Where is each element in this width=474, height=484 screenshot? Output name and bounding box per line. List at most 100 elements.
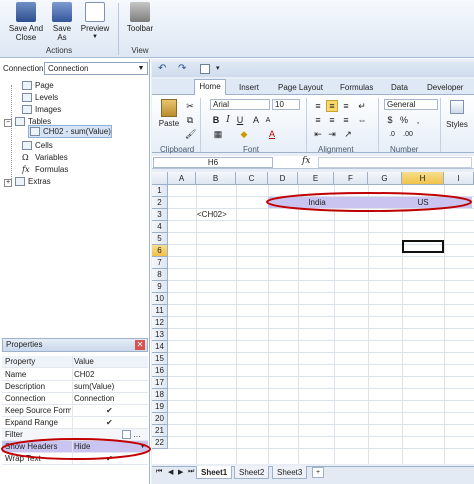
property-row-connection[interactable]: Connection Connection <box>2 393 148 405</box>
column-header-c[interactable]: C <box>236 172 268 185</box>
save-as-button[interactable]: Save As <box>50 2 74 42</box>
row-header-19[interactable]: 19 <box>152 401 168 413</box>
tree-item-page[interactable]: Page <box>22 80 54 92</box>
qat-chevron-icon[interactable]: ▾ <box>216 64 220 72</box>
column-header-e[interactable]: E <box>298 172 334 185</box>
row-header-8[interactable]: 8 <box>152 269 168 281</box>
property-row-expand-range[interactable]: Expand Range ✔ <box>2 417 148 429</box>
next-sheet-icon[interactable]: ▶ <box>178 468 183 476</box>
wrap-text-icon[interactable]: ↵ <box>356 100 368 112</box>
column-header-i[interactable]: I <box>444 172 474 185</box>
row-header-2[interactable]: 2 <box>152 197 168 209</box>
tree-item-cells[interactable]: Cells <box>22 140 53 152</box>
row-header-10[interactable]: 10 <box>152 293 168 305</box>
align-right-icon[interactable]: ≡ <box>340 114 352 126</box>
property-row-keep-source-formatting[interactable]: Keep Source Formatting ✔ <box>2 405 148 417</box>
align-top-icon[interactable]: ≡ <box>312 100 324 112</box>
column-header-d[interactable]: D <box>268 172 298 185</box>
toolbar-button[interactable]: Toolbar <box>124 2 156 33</box>
comma-style-icon[interactable]: , <box>412 114 424 126</box>
tree-item-images[interactable]: Images <box>22 104 61 116</box>
cell-b3[interactable]: <CH02> <box>197 209 227 221</box>
print-preview-icon[interactable] <box>200 64 210 74</box>
decrease-decimal-icon[interactable]: .00 <box>402 128 414 140</box>
merge-icon[interactable]: ⇔ <box>356 114 368 126</box>
decrease-indent-icon[interactable]: ⇤ <box>312 128 324 140</box>
collapse-icon[interactable]: − <box>4 119 12 127</box>
column-header-g[interactable]: G <box>368 172 402 185</box>
expand-range-checkbox[interactable]: ✔ <box>106 419 114 427</box>
keep-source-formatting-checkbox[interactable]: ✔ <box>106 407 114 415</box>
align-center-icon[interactable]: ≡ <box>326 114 338 126</box>
row-header-1[interactable]: 1 <box>152 185 168 197</box>
save-and-close-button[interactable]: Save And Close <box>8 2 44 42</box>
italic-button[interactable]: I <box>222 114 234 126</box>
prev-sheet-icon[interactable]: ◀ <box>168 468 173 476</box>
row-header-22[interactable]: 22 <box>152 437 168 449</box>
fx-icon[interactable]: fx <box>302 156 310 166</box>
font-size-select[interactable]: 10 <box>272 99 300 110</box>
property-row-name[interactable]: Name CH02 <box>2 369 148 381</box>
insert-sheet-icon[interactable]: + <box>312 467 324 478</box>
tab-developer[interactable]: Developer <box>427 82 463 94</box>
align-bottom-icon[interactable]: ≡ <box>340 100 352 112</box>
styles-button[interactable]: Styles <box>444 100 470 136</box>
row-header-15[interactable]: 15 <box>152 353 168 365</box>
sheet-tab-sheet3[interactable]: Sheet3 <box>272 466 308 479</box>
align-middle-icon[interactable]: ≡ <box>326 100 338 112</box>
last-sheet-icon[interactable]: ⏭ <box>188 468 194 476</box>
percent-icon[interactable]: % <box>398 114 410 126</box>
column-header-b[interactable]: B <box>196 172 236 185</box>
row-header-9[interactable]: 9 <box>152 281 168 293</box>
column-header-a[interactable]: A <box>168 172 196 185</box>
cut-icon[interactable]: ✂ <box>184 100 196 112</box>
undo-icon[interactable]: ↶ <box>158 63 166 74</box>
row-header-4[interactable]: 4 <box>152 221 168 233</box>
copy-icon[interactable]: ⧉ <box>184 114 196 126</box>
row-header-17[interactable]: 17 <box>152 377 168 389</box>
currency-icon[interactable]: $ <box>384 114 396 126</box>
row-header-11[interactable]: 11 <box>152 305 168 317</box>
tab-page-layout[interactable]: Page Layout <box>278 82 323 94</box>
row-header-13[interactable]: 13 <box>152 329 168 341</box>
sheet-tab-sheet1[interactable]: Sheet1 <box>196 466 233 479</box>
connection-select[interactable]: Connection ▼ <box>44 62 148 75</box>
font-name-select[interactable]: Arial <box>210 99 270 110</box>
row-header-18[interactable]: 18 <box>152 389 168 401</box>
tree-item-formulas[interactable]: fx Formulas <box>22 164 68 176</box>
increase-indent-icon[interactable]: ⇥ <box>326 128 338 140</box>
redo-icon[interactable]: ↷ <box>178 63 186 74</box>
row-header-3[interactable]: 3 <box>152 209 168 221</box>
select-all-corner[interactable] <box>152 172 168 185</box>
sheet-tab-sheet2[interactable]: Sheet2 <box>234 466 270 479</box>
bold-button[interactable]: B <box>210 114 222 126</box>
row-header-6[interactable]: 6 <box>152 245 168 257</box>
column-header-f[interactable]: F <box>334 172 368 185</box>
active-cell-h6[interactable] <box>402 240 444 253</box>
tree-item-variables[interactable]: Ω Variables <box>22 152 68 164</box>
number-format-select[interactable]: General <box>384 99 438 110</box>
row-header-5[interactable]: 5 <box>152 233 168 245</box>
orientation-icon[interactable]: ↗ <box>342 128 354 140</box>
tree-item-extras[interactable]: + Extras <box>4 176 51 188</box>
tab-data[interactable]: Data <box>391 82 408 94</box>
tree-item-ch02[interactable]: CH02 - sum(Value) <box>30 126 111 138</box>
close-icon[interactable]: ✕ <box>135 340 145 350</box>
first-sheet-icon[interactable]: ⏮ <box>156 468 162 476</box>
tab-formulas[interactable]: Formulas <box>340 82 373 94</box>
format-painter-icon[interactable]: 🖌 <box>184 128 196 140</box>
tree-item-levels[interactable]: Levels <box>22 92 58 104</box>
tab-home[interactable]: Home <box>194 79 226 96</box>
row-header-21[interactable]: 21 <box>152 425 168 437</box>
row-header-16[interactable]: 16 <box>152 365 168 377</box>
row-header-20[interactable]: 20 <box>152 413 168 425</box>
preview-button[interactable]: Preview ▼ <box>78 2 112 42</box>
expand-icon[interactable]: + <box>4 179 12 187</box>
column-header-h[interactable]: H <box>402 172 444 185</box>
font-color-icon[interactable]: A <box>266 128 278 140</box>
paste-button[interactable]: Paste <box>158 99 180 135</box>
shrink-font-icon[interactable]: A <box>262 114 274 126</box>
row-header-14[interactable]: 14 <box>152 341 168 353</box>
property-row-description[interactable]: Description sum(Value) <box>2 381 148 393</box>
underline-button[interactable]: U <box>234 114 246 126</box>
